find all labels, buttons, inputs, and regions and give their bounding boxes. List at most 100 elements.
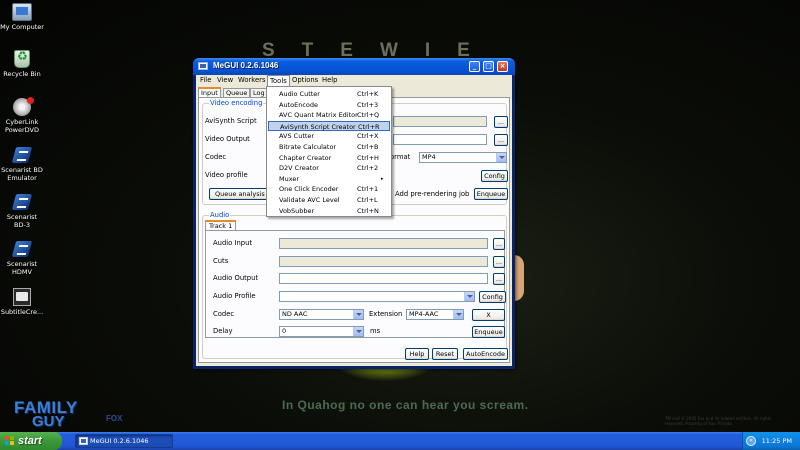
close-button[interactable]: × — [497, 61, 508, 72]
windows-logo-icon — [5, 436, 15, 446]
audio-output-field[interactable] — [279, 273, 488, 284]
menu-item-avs-cutter[interactable]: AVS Cutter Ctrl+X — [268, 131, 390, 142]
menu-item-autoencode[interactable]: AutoEncode Ctrl+3 — [268, 100, 390, 111]
audio-profile-label: Audio Profile — [213, 292, 256, 300]
chevron-down-icon[interactable] — [453, 310, 463, 319]
remove-track-button[interactable]: X — [472, 309, 505, 321]
menu-item-audio-cutter[interactable]: Audio Cutter Ctrl+K — [268, 89, 390, 100]
menu-file[interactable]: File — [198, 75, 213, 86]
desktop-icon-powerdvd[interactable]: CyberLink PowerDVD — [0, 97, 44, 134]
audio-output-browse-button[interactable]: ... — [493, 273, 505, 285]
app-icon — [198, 62, 208, 70]
chevron-down-icon[interactable] — [353, 310, 363, 319]
desktop-icon-subtitle-creator[interactable]: SubtitleCre... — [0, 288, 44, 316]
desktop-icon-my-computer[interactable]: My Computer — [0, 3, 44, 31]
stepper-arrows-icon[interactable] — [353, 327, 363, 336]
menu-bar: File View Workers Tools Options Help — [196, 75, 512, 86]
menu-item-shortcut: Ctrl+H — [357, 153, 379, 162]
desktop-icon-scenarist-hdmv[interactable]: Scenarist HDMV — [0, 240, 44, 276]
menu-item-vobsubber[interactable]: VobSubber Ctrl+N — [268, 206, 390, 217]
desktop-icon-label: Recycle Bin — [3, 70, 41, 78]
scenarist-icon — [12, 240, 32, 258]
show-hidden-icons-button[interactable]: « — [746, 436, 756, 446]
menu-item-shortcut: Ctrl+B — [357, 143, 379, 151]
menu-item-avisynth-script-creator[interactable]: AviSynth Script Creator Ctrl+R — [268, 120, 390, 132]
audio-config-button[interactable]: Config — [479, 291, 506, 303]
app-icon — [79, 437, 88, 445]
menu-item-bitrate-calculator[interactable]: Bitrate Calculator Ctrl+B — [268, 142, 390, 153]
menu-item-avc-quant-matrix-editor[interactable]: AVC Quant Matrix Editor Ctrl+Q — [268, 110, 390, 121]
menu-item-label: VobSubber — [279, 206, 315, 215]
menu-tools[interactable]: Tools — [267, 75, 290, 86]
chevron-down-icon[interactable] — [496, 153, 506, 162]
avisynth-script-field[interactable] — [393, 116, 487, 127]
menu-workers[interactable]: Workers — [236, 75, 268, 86]
track-1-panel: Audio Input ... Cuts ... Audio Output ..… — [205, 230, 506, 338]
menu-item-one-click-encoder[interactable]: One Click Encoder Ctrl+1 — [268, 184, 390, 195]
recycle-bin-icon — [14, 50, 30, 68]
cuts-browse-button[interactable]: ... — [493, 256, 505, 268]
audio-codec-select[interactable]: ND AAC — [279, 309, 364, 320]
menu-options[interactable]: Options — [290, 75, 320, 86]
codec-label: Codec — [205, 153, 227, 161]
taskbar-button-megui[interactable]: MeGUI 0.2.6.1046 — [75, 434, 173, 448]
menu-item-label: D2V Creator — [279, 164, 319, 173]
autoencode-button[interactable]: AutoEncode — [463, 348, 508, 360]
cuts-field[interactable] — [279, 256, 488, 267]
audio-input-browse-button[interactable]: ... — [493, 238, 505, 250]
logo-guy-text: GUY — [32, 413, 65, 430]
chevron-down-icon[interactable] — [464, 292, 474, 301]
format-select[interactable]: MP4 — [419, 152, 507, 163]
audio-input-label: Audio Input — [213, 239, 253, 247]
help-button[interactable]: Help — [405, 348, 429, 360]
menu-item-label: AVS Cutter — [279, 132, 315, 141]
family-guy-logo: FAMILY GUY FOX — [14, 398, 124, 430]
extension-value: MP4-AAC — [409, 310, 439, 318]
menu-item-shortcut: Ctrl+1 — [357, 185, 379, 194]
tab-track-1[interactable]: Track 1 — [205, 220, 237, 230]
menu-item-shortcut: Ctrl+K — [357, 90, 379, 98]
video-output-browse-button[interactable]: ... — [494, 134, 508, 146]
audio-output-label: Audio Output — [213, 274, 259, 282]
scenarist-icon — [12, 193, 32, 211]
video-config-button[interactable]: Config — [481, 170, 508, 182]
menu-item-muxer[interactable]: Muxer ▸ — [268, 174, 390, 185]
menu-item-label: Validate AVC Level — [279, 196, 340, 204]
delay-label: Delay — [213, 327, 233, 335]
logo-fox-text: FOX — [106, 414, 123, 423]
avisynth-browse-button[interactable]: ... — [494, 116, 508, 128]
video-enqueue-button[interactable]: Enqueue — [474, 188, 508, 200]
window-title: MeGUI 0.2.6.1046 — [213, 61, 279, 70]
menu-item-shortcut: Ctrl+X — [357, 132, 379, 141]
minimize-button[interactable]: _ — [469, 61, 480, 72]
subtitle-creator-icon — [13, 288, 31, 306]
title-bar[interactable]: MeGUI 0.2.6.1046 _ □ × — [193, 58, 515, 75]
menu-item-label: Bitrate Calculator — [279, 143, 337, 151]
menu-item-d2v-creator[interactable]: D2V Creator Ctrl+2 — [268, 163, 390, 174]
menu-item-validate-avc-level[interactable]: Validate AVC Level Ctrl+L — [268, 195, 390, 206]
audio-input-field[interactable] — [279, 238, 488, 249]
my-computer-icon — [12, 3, 32, 21]
start-button[interactable]: start — [0, 432, 62, 450]
desktop-icon-scenarist-bd-emulator[interactable]: Scenarist BD Emulator — [0, 146, 44, 182]
desktop-icon-scenarist-bd-3[interactable]: Scenarist BD-3 — [0, 193, 44, 229]
submenu-arrow-icon: ▸ — [381, 175, 384, 182]
menu-view[interactable]: View — [215, 75, 235, 86]
audio-enqueue-button[interactable]: Enqueue — [472, 326, 505, 338]
extension-select[interactable]: MP4-AAC — [406, 309, 464, 320]
video-encoding-label: Video encoding — [209, 99, 264, 107]
clock[interactable]: 11:25 PM — [762, 437, 792, 445]
delay-stepper[interactable]: 0 — [279, 326, 364, 337]
menu-help[interactable]: Help — [320, 75, 340, 86]
menu-item-label: Audio Cutter — [279, 90, 320, 98]
reset-button[interactable]: Reset — [432, 348, 458, 360]
add-prerendering-job-label[interactable]: Add pre-rendering job — [395, 189, 469, 199]
maximize-button[interactable]: □ — [483, 61, 494, 72]
extension-label: Extension — [369, 310, 403, 318]
powerdvd-icon — [13, 97, 34, 116]
audio-profile-select[interactable] — [279, 291, 475, 302]
menu-item-chapter-creator[interactable]: Chapter Creator Ctrl+H — [268, 153, 390, 164]
video-output-field[interactable] — [393, 134, 487, 145]
desktop-icon-recycle-bin[interactable]: Recycle Bin — [0, 50, 44, 78]
scenarist-icon — [12, 146, 32, 164]
